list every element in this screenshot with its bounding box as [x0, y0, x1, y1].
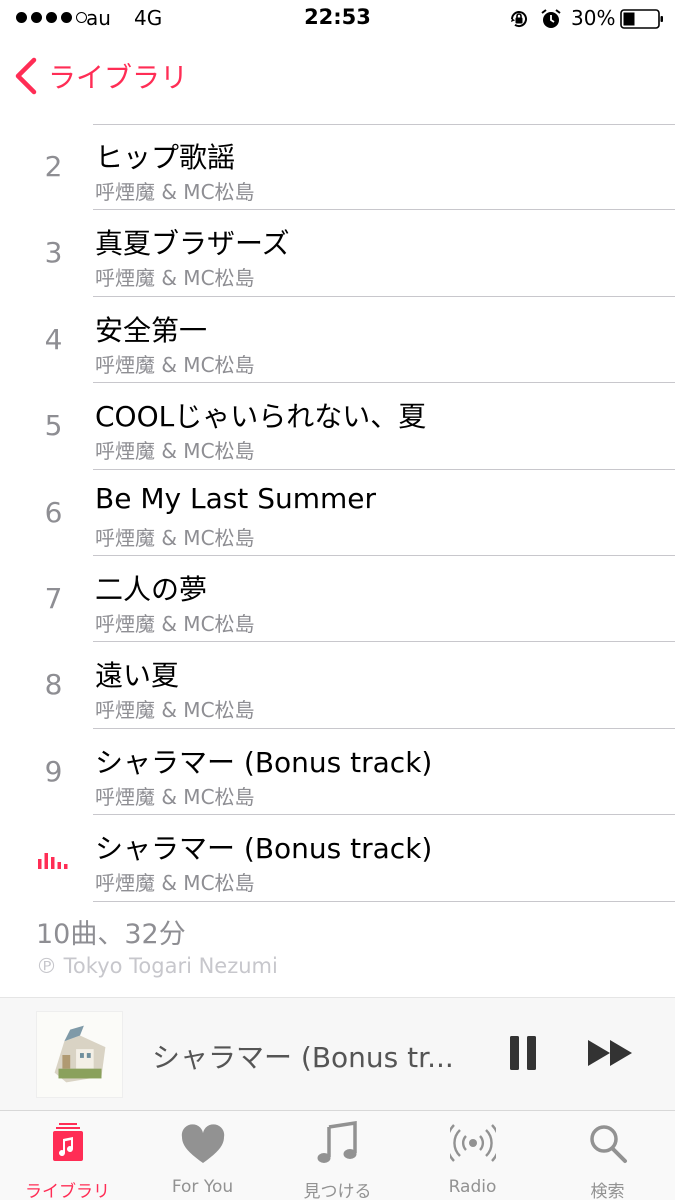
track-row[interactable]: 4 安全第一 呼煙魔 & MC松島 [0, 297, 675, 384]
now-playing-equalizer-icon [38, 853, 68, 870]
tab-radio[interactable]: Radio [405, 1111, 540, 1200]
pause-button[interactable] [505, 1034, 541, 1072]
track-row[interactable]: 9 シャラマー (Bonus track) 呼煙魔 & MC松島 [0, 729, 675, 816]
album-copyright: ℗ Tokyo Togari Nezumi [36, 954, 278, 978]
back-button[interactable]: ライブラリ [12, 56, 188, 96]
track-row[interactable]: 7 二人の夢 呼煙魔 & MC松島 [0, 556, 675, 643]
next-track-button[interactable] [586, 1038, 634, 1068]
tab-label: 検索 [590, 1182, 625, 1200]
rotation-lock-icon [511, 11, 527, 28]
track-title: 遠い夏 [95, 659, 180, 693]
tab-search[interactable]: 検索 [540, 1111, 675, 1200]
mini-player[interactable]: シャラマー (Bonus tr... [0, 997, 675, 1110]
track-number: 2 [44, 150, 63, 183]
battery-icon [620, 9, 663, 29]
track-artist: 呼煙魔 & MC松島 [95, 525, 255, 550]
track-row-now-playing[interactable]: シャラマー (Bonus track) 呼煙魔 & MC松島 [0, 815, 675, 902]
track-row[interactable]: 2 ヒップ歌謡 呼煙魔 & MC松島 [0, 124, 675, 211]
track-artist: 呼煙魔 & MC松島 [95, 180, 255, 204]
library-icon [53, 1123, 83, 1161]
tab-label: For You [171, 1177, 234, 1197]
music-note-icon [317, 1121, 357, 1163]
track-title: シャラマー (Bonus track) [95, 832, 433, 866]
battery-percentage: 30% [571, 6, 616, 30]
track-artist: 呼煙魔 & MC松島 [95, 439, 255, 464]
album-summary: 10曲、32分 [36, 919, 186, 950]
track-artist: 呼煙魔 & MC松島 [95, 784, 255, 809]
track-artist: 呼煙魔 & MC松島 [95, 352, 255, 377]
track-title: シャラマー (Bonus track) [95, 745, 433, 779]
heart-icon [181, 1124, 225, 1163]
track-number: 4 [44, 322, 63, 356]
track-number: 3 [44, 236, 63, 270]
track-title: Be My Last Summer [95, 481, 376, 515]
tab-for-you[interactable]: For You [135, 1111, 270, 1200]
track-number: 5 [44, 409, 63, 443]
search-icon [590, 1125, 627, 1163]
status-bar: au 4G 22:53 30% [0, 0, 675, 38]
tab-label: Radio [448, 1177, 497, 1197]
divider [93, 900, 675, 902]
track-number: 6 [44, 495, 63, 529]
tab-browse[interactable]: 見つける [270, 1111, 405, 1200]
track-number: 9 [44, 754, 63, 788]
screen: au 4G 22:53 30% ライブラリ 2 ヒップ歌謡 呼煙魔 & MC松島… [0, 0, 675, 1200]
track-number: 7 [44, 581, 63, 615]
track-artist: 呼煙魔 & MC松島 [95, 698, 255, 723]
tab-library[interactable]: ライブラリ [0, 1111, 135, 1200]
track-row[interactable]: 6 Be My Last Summer 呼煙魔 & MC松島 [0, 470, 675, 556]
track-row[interactable]: 5 COOLじゃいられない、夏 呼煙魔 & MC松島 [0, 383, 675, 470]
tab-label: 見つける [303, 1182, 372, 1200]
alarm-icon [541, 9, 561, 28]
track-title: ヒップ歌謡 [95, 141, 236, 174]
tab-label: ライブラリ [25, 1182, 110, 1200]
track-number: 8 [44, 668, 63, 702]
nav-bar: ライブラリ [0, 38, 675, 124]
track-title: 安全第一 [95, 313, 208, 347]
album-artwork [36, 1011, 123, 1098]
track-artist: 呼煙魔 & MC松島 [95, 871, 255, 896]
now-playing-title: シャラマー (Bonus tr... [152, 1041, 452, 1074]
tab-bar: ライブラリ For You 見つける Radio 検索 [0, 1110, 675, 1200]
track-row[interactable]: 8 遠い夏 呼煙魔 & MC松島 [0, 642, 675, 729]
track-artist: 呼煙魔 & MC松島 [95, 611, 255, 636]
track-list: 2 ヒップ歌謡 呼煙魔 & MC松島 3 真夏ブラザーズ 呼煙魔 & MC松島 … [0, 124, 675, 902]
track-row[interactable]: 3 真夏ブラザーズ 呼煙魔 & MC松島 [0, 210, 675, 297]
track-artist: 呼煙魔 & MC松島 [95, 266, 255, 291]
radio-icon [450, 1124, 496, 1162]
track-title: 真夏ブラザーズ [95, 227, 290, 261]
back-label: ライブラリ [48, 61, 189, 94]
chevron-left-icon [15, 57, 37, 95]
track-title: 二人の夢 [95, 572, 208, 606]
track-title: COOLじゃいられない、夏 [95, 400, 427, 434]
